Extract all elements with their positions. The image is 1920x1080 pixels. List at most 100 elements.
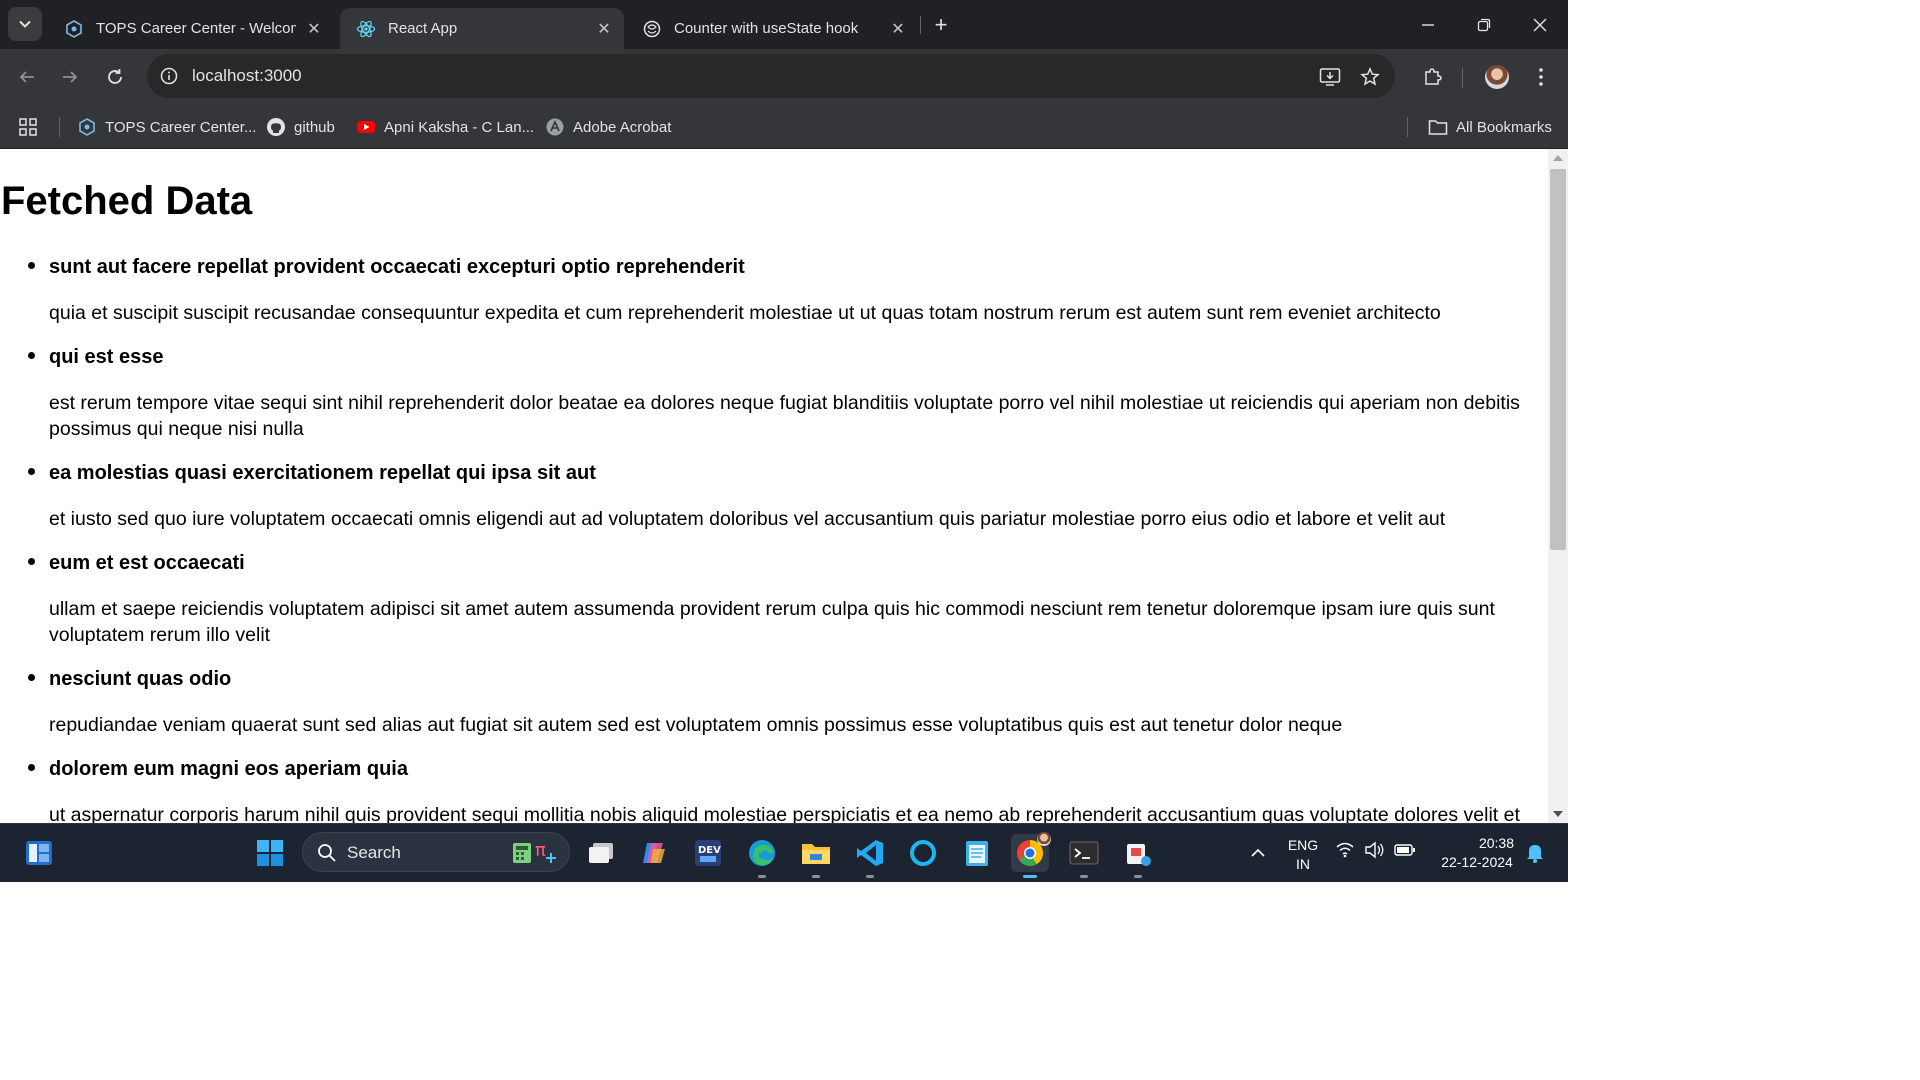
arrow-right-icon bbox=[63, 71, 78, 83]
chatgpt-icon bbox=[642, 19, 662, 39]
youtube-icon bbox=[356, 117, 376, 137]
install-app-button[interactable] bbox=[1314, 61, 1346, 93]
bookmark-github[interactable]: github bbox=[266, 113, 335, 141]
svg-text:DEV: DEV bbox=[698, 845, 721, 856]
bookmark-tops-career[interactable]: TOPS Career Center... bbox=[77, 113, 256, 141]
restore-button[interactable] bbox=[1456, 0, 1512, 49]
puzzle-icon bbox=[1425, 68, 1442, 85]
site-info-icon[interactable] bbox=[157, 64, 181, 88]
react-icon bbox=[356, 19, 376, 39]
taskbar-dev-home[interactable]: DEV bbox=[689, 834, 727, 872]
taskbar-terminal[interactable] bbox=[1065, 834, 1103, 878]
calculator-icon bbox=[513, 843, 531, 863]
profile-button[interactable] bbox=[1481, 61, 1513, 93]
post-body: ullam et saepe reiciendis voluptatem adi… bbox=[49, 598, 1495, 646]
copilot-icon bbox=[643, 843, 665, 863]
kebab-menu-icon bbox=[1539, 68, 1543, 86]
post-item: dolorem eum magni eos aperiam quia ut asp… bbox=[28, 757, 1544, 823]
install-icon bbox=[1319, 68, 1341, 86]
bookmark-apni-kaksha[interactable]: Apni Kaksha - C Lan... bbox=[356, 113, 534, 141]
reload-icon bbox=[108, 69, 122, 84]
system-tray-status[interactable] bbox=[1336, 841, 1416, 859]
bookmarks-divider bbox=[1407, 117, 1408, 137]
reload-button[interactable] bbox=[99, 61, 131, 93]
close-icon bbox=[1533, 18, 1547, 31]
address-bar[interactable]: localhost:3000 bbox=[147, 54, 1395, 98]
apps-button[interactable] bbox=[18, 113, 46, 141]
bullet-icon bbox=[28, 468, 35, 475]
post-title: ea molestias quasi exercitationem repell… bbox=[49, 462, 596, 484]
search-label: Search bbox=[347, 843, 401, 862]
tab-tops-career[interactable]: TOPS Career Center - Welcome ✕ bbox=[48, 8, 334, 49]
bookmarks-bar: TOPS Career Center... github Apni Kaksha… bbox=[0, 105, 1568, 149]
page-scrollbar[interactable] bbox=[1548, 149, 1568, 823]
tops-career-icon bbox=[77, 117, 97, 137]
avatar bbox=[1485, 65, 1509, 89]
taskbar-task-view[interactable] bbox=[582, 834, 620, 872]
windows-logo-icon bbox=[257, 840, 283, 866]
clock[interactable]: 20:38 22-12-2024 bbox=[1432, 834, 1522, 872]
post-item: sunt aut facere repellat provident occae… bbox=[28, 255, 1544, 326]
post-body: quia et suscipit suscipit recusandae con… bbox=[49, 302, 1441, 324]
taskbar-copilot[interactable] bbox=[635, 834, 673, 872]
forward-button[interactable] bbox=[54, 61, 86, 93]
page-viewport: Fetched Data sunt aut facere repellat pr… bbox=[0, 149, 1548, 823]
scroll-down-arrow[interactable] bbox=[1553, 811, 1563, 817]
tab-strip: TOPS Career Center - Welcome ✕ React App… bbox=[0, 0, 1568, 49]
bullet-icon bbox=[28, 352, 35, 359]
region-code: IN bbox=[1296, 856, 1310, 872]
new-tab-button[interactable]: + bbox=[928, 12, 954, 38]
start-button[interactable] bbox=[251, 834, 289, 872]
scroll-up-arrow[interactable] bbox=[1553, 155, 1563, 161]
extensions-button[interactable] bbox=[1416, 61, 1448, 93]
post-title: eum et est occaecati bbox=[49, 552, 245, 574]
taskbar-edge[interactable] bbox=[743, 834, 781, 878]
close-window-button[interactable] bbox=[1512, 0, 1568, 49]
bookmark-adobe-acrobat[interactable]: Adobe Acrobat bbox=[545, 113, 671, 141]
tab-counter-usestate[interactable]: Counter with useState hook ✕ bbox=[626, 8, 918, 49]
post-body: ut aspernatur corporis harum nihil quis … bbox=[49, 804, 1520, 823]
speaker-icon bbox=[1365, 841, 1384, 859]
tab-react-app[interactable]: React App ✕ bbox=[340, 8, 624, 49]
snipping-tool-icon bbox=[1127, 844, 1151, 866]
post-item: ea molestias quasi exercitationem repell… bbox=[28, 461, 1544, 532]
minimize-button[interactable] bbox=[1400, 0, 1456, 49]
all-bookmarks-label: All Bookmarks bbox=[1456, 118, 1552, 136]
file-explorer-icon bbox=[802, 844, 830, 864]
all-bookmarks-button[interactable]: All Bookmarks bbox=[1428, 113, 1552, 141]
bullet-icon bbox=[28, 262, 35, 269]
chrome-menu-button[interactable] bbox=[1525, 61, 1557, 93]
bookmark-label: github bbox=[294, 118, 335, 136]
tab-search-button[interactable] bbox=[8, 7, 42, 41]
taskbar-cortana[interactable] bbox=[904, 834, 942, 872]
chrome-profile-badge bbox=[1037, 832, 1051, 846]
language-code: ENG bbox=[1287, 837, 1319, 853]
wifi-icon bbox=[1336, 842, 1354, 858]
math-pi-icon: π bbox=[535, 840, 556, 863]
close-tab-icon[interactable]: ✕ bbox=[304, 19, 324, 39]
bullet-icon bbox=[28, 558, 35, 565]
bookmark-star-button[interactable] bbox=[1354, 61, 1386, 93]
url-text[interactable]: localhost:3000 bbox=[192, 66, 302, 86]
close-tab-icon[interactable]: ✕ bbox=[888, 19, 908, 39]
taskbar-search[interactable]: Search π bbox=[302, 832, 570, 872]
close-tab-icon[interactable]: ✕ bbox=[594, 19, 614, 39]
running-indicator bbox=[812, 875, 820, 878]
restore-icon bbox=[1477, 18, 1491, 31]
taskbar-vscode[interactable] bbox=[851, 834, 889, 878]
star-icon bbox=[1360, 67, 1380, 86]
taskbar-snipping-tool[interactable] bbox=[1119, 834, 1157, 878]
language-indicator[interactable]: ENG IN bbox=[1283, 836, 1323, 874]
widgets-button[interactable] bbox=[20, 834, 58, 872]
show-hidden-icons-button[interactable] bbox=[1239, 834, 1277, 872]
taskbar-chrome[interactable] bbox=[1011, 832, 1051, 878]
notifications-button[interactable] bbox=[1516, 834, 1554, 872]
scrollbar-thumb[interactable] bbox=[1550, 169, 1566, 550]
battery-icon bbox=[1394, 844, 1415, 856]
clock-date: 22-12-2024 bbox=[1441, 854, 1513, 870]
terminal-icon bbox=[1069, 841, 1099, 865]
back-button[interactable] bbox=[11, 61, 43, 93]
post-list: sunt aut facere repellat provident occae… bbox=[28, 255, 1544, 823]
taskbar-file-explorer[interactable] bbox=[797, 834, 835, 878]
taskbar-notepad[interactable] bbox=[958, 834, 996, 872]
